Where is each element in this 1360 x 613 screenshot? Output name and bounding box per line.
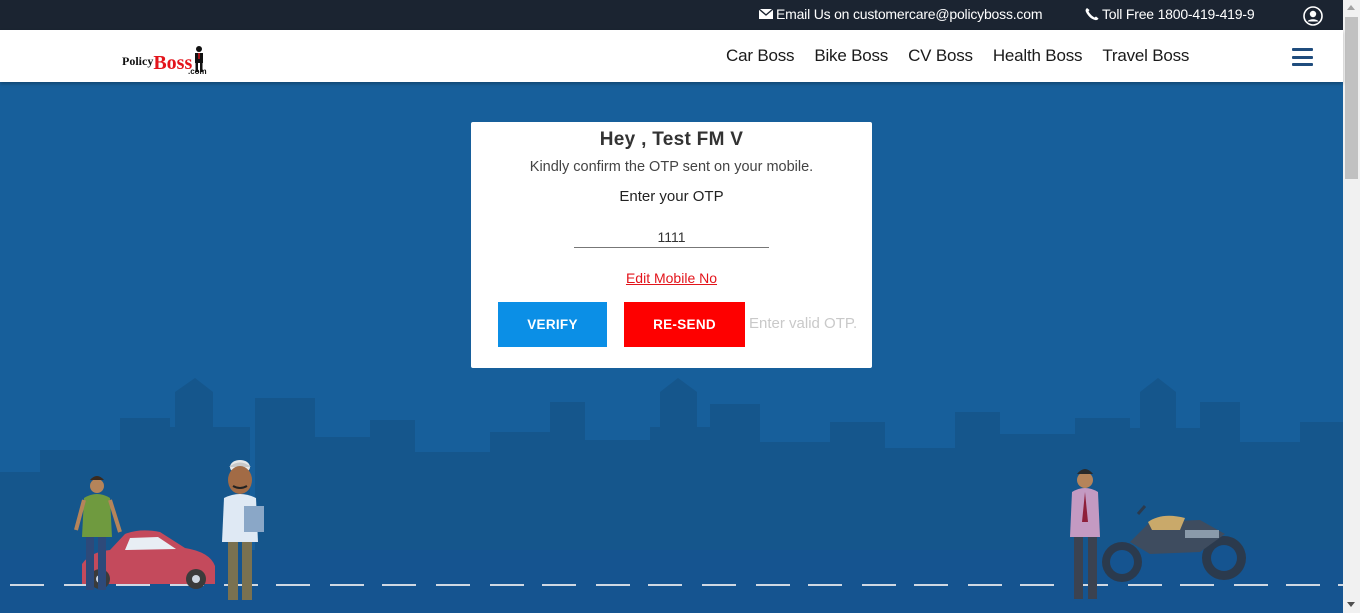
nav-car-boss[interactable]: Car Boss bbox=[726, 46, 795, 66]
email-contact[interactable]: Email Us on customercare@policyboss.com bbox=[758, 6, 1042, 22]
scroll-down-arrow-icon[interactable] bbox=[1347, 602, 1355, 607]
scroll-up-arrow-icon[interactable] bbox=[1347, 5, 1355, 10]
otp-input[interactable] bbox=[574, 227, 769, 248]
otp-message: Kindly confirm the OTP sent on your mobi… bbox=[529, 159, 814, 175]
logo-text-policy: Policy bbox=[122, 54, 154, 68]
hamburger-line bbox=[1292, 63, 1313, 66]
policyboss-logo[interactable]: Policy Boss .com bbox=[122, 45, 207, 76]
page-scrollbar[interactable] bbox=[1343, 0, 1360, 613]
nav-cv-boss[interactable]: CV Boss bbox=[908, 46, 973, 66]
nav-health-boss[interactable]: Health Boss bbox=[993, 46, 1083, 66]
nav-bike-boss[interactable]: Bike Boss bbox=[814, 46, 888, 66]
hamburger-line bbox=[1292, 55, 1313, 59]
greeting-title: Hey , Test FM V bbox=[599, 129, 744, 150]
otp-card: Hey , Test FM V Kindly confirm the OTP s… bbox=[471, 122, 872, 368]
main-nav: Car Boss Bike Boss CV Boss Health Boss T… bbox=[726, 46, 1209, 66]
logo-text-com: .com bbox=[188, 67, 207, 76]
envelope-icon bbox=[758, 8, 774, 19]
phone-text: Toll Free 1800-419-419-9 bbox=[1102, 6, 1255, 22]
otp-error-text: Enter valid OTP. bbox=[749, 315, 858, 332]
email-text: Email Us on customercare@policyboss.com bbox=[776, 6, 1043, 22]
top-bar: Email Us on customercare@policyboss.com … bbox=[0, 0, 1343, 30]
scrollbar-thumb[interactable] bbox=[1345, 17, 1358, 179]
phone-contact[interactable]: Toll Free 1800-419-419-9 bbox=[1084, 6, 1255, 22]
resend-button[interactable]: RE-SEND bbox=[624, 302, 745, 347]
hamburger-line bbox=[1292, 48, 1313, 51]
logo-text-boss: Boss bbox=[153, 52, 193, 74]
main-header: Policy Boss .com Car Boss Bike Boss CV B… bbox=[0, 30, 1343, 82]
hamburger-icon[interactable] bbox=[1292, 48, 1313, 66]
otp-label: Enter your OTP bbox=[619, 188, 724, 205]
verify-button[interactable]: VERIFY bbox=[498, 302, 607, 347]
phone-icon bbox=[1085, 8, 1099, 21]
user-circle-icon[interactable] bbox=[1303, 6, 1323, 26]
nav-travel-boss[interactable]: Travel Boss bbox=[1102, 46, 1189, 66]
edit-mobile-link[interactable]: Edit Mobile No bbox=[471, 270, 872, 286]
